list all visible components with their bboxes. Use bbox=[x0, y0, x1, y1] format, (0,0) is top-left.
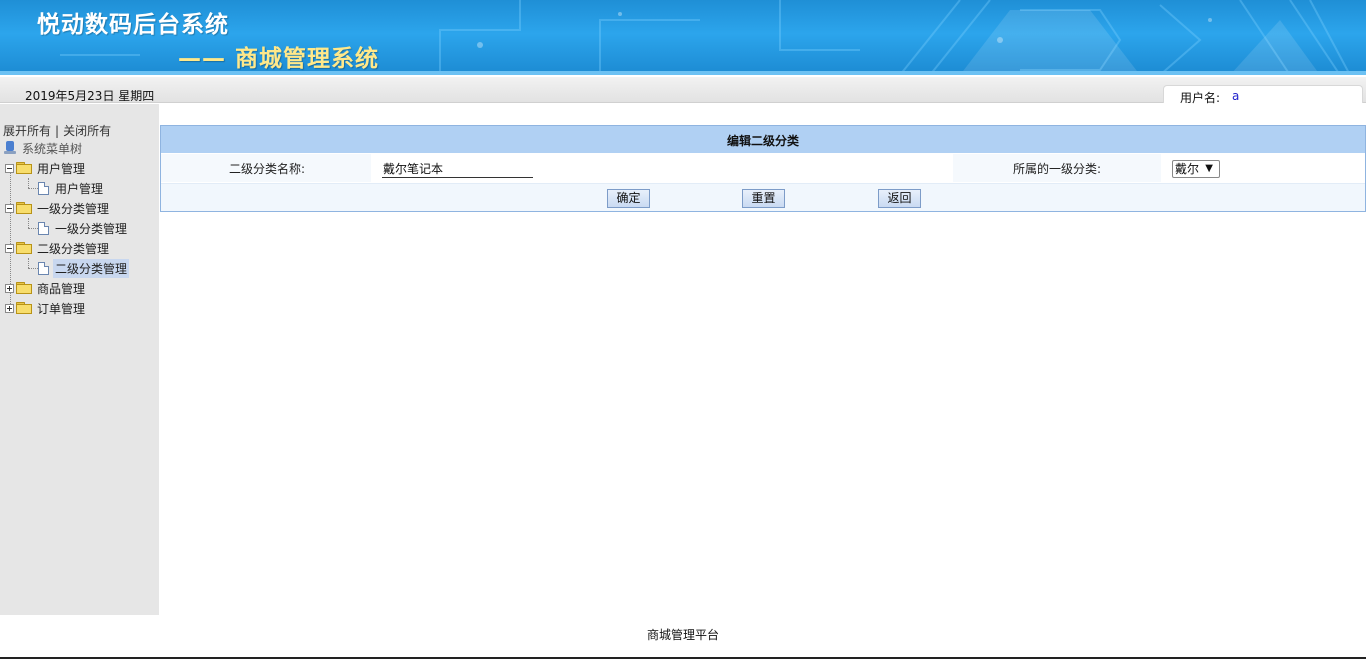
folder-open-icon bbox=[16, 242, 32, 254]
sidebar: 展开所有 | 关闭所有 系统菜单树 用户管理 用户管理 一级分类管理 一级分类管理 … bbox=[0, 104, 159, 615]
tree-group-users[interactable]: 用户管理 bbox=[5, 159, 87, 177]
folder-open-icon bbox=[16, 202, 32, 214]
header-banner: 悦动数码后台系统 —— 商城管理系统 bbox=[0, 0, 1366, 75]
tree-line bbox=[28, 218, 29, 228]
tree-group-label[interactable]: 商品管理 bbox=[35, 279, 87, 298]
form-heading: 编辑二级分类 bbox=[161, 126, 1365, 153]
footer-text: 商城管理平台 bbox=[646, 628, 719, 642]
tree-group-label[interactable]: 二级分类管理 bbox=[35, 239, 111, 258]
tree-root[interactable]: 系统菜单树 bbox=[4, 139, 84, 157]
expand-all-link[interactable]: 展开所有 bbox=[3, 124, 51, 138]
form-field-row: 二级分类名称: 所属的一级分类: 戴尔 ▼ bbox=[161, 154, 1365, 182]
parent-category-select[interactable]: 戴尔 ▼ bbox=[1172, 160, 1220, 178]
collapse-icon[interactable] bbox=[5, 163, 14, 173]
header-stripe bbox=[0, 71, 1366, 75]
tree-group-orders[interactable]: 订单管理 bbox=[5, 299, 87, 317]
tree-group-label[interactable]: 用户管理 bbox=[35, 159, 87, 178]
tree-item-users[interactable]: 用户管理 bbox=[38, 179, 105, 197]
tree-item-label-selected[interactable]: 二级分类管理 bbox=[53, 258, 130, 278]
expand-icon[interactable] bbox=[5, 283, 14, 293]
user-name: a bbox=[1232, 89, 1240, 103]
tree-line bbox=[28, 258, 29, 268]
tree-toggles: 展开所有 | 关闭所有 bbox=[3, 122, 111, 139]
tree-root-label: 系统菜单树 bbox=[22, 141, 83, 156]
current-date: 2019年5月23日 星期四 bbox=[25, 89, 155, 103]
form-button-row: 确定 重置 返回 bbox=[161, 183, 1365, 211]
tree-group-category2[interactable]: 二级分类管理 bbox=[5, 239, 111, 257]
collapse-icon[interactable] bbox=[5, 243, 14, 253]
computer-icon bbox=[4, 141, 16, 155]
tree-item-label[interactable]: 一级分类管理 bbox=[53, 219, 129, 238]
tree-line bbox=[28, 188, 38, 189]
folder-open-icon bbox=[16, 162, 32, 174]
user-label: 用户名: bbox=[1180, 91, 1221, 105]
tree-group-products[interactable]: 商品管理 bbox=[5, 279, 87, 297]
app-subtitle: —— 商城管理系统 bbox=[178, 46, 380, 72]
tree-item-label[interactable]: 用户管理 bbox=[53, 179, 105, 198]
reset-button[interactable]: 重置 bbox=[742, 189, 785, 208]
toggle-separator: | bbox=[55, 124, 60, 138]
folder-icon bbox=[16, 302, 32, 314]
expand-icon[interactable] bbox=[5, 303, 14, 313]
tree-line bbox=[28, 178, 29, 188]
tree-group-category1[interactable]: 一级分类管理 bbox=[5, 199, 111, 217]
parent-category-value: 戴尔 bbox=[1175, 162, 1200, 176]
page-icon bbox=[38, 221, 49, 235]
back-button[interactable]: 返回 bbox=[878, 189, 921, 208]
subcategory-name-input[interactable] bbox=[382, 160, 533, 178]
parent-category-label: 所属的一级分类: bbox=[1013, 162, 1102, 176]
user-info: 用户名: a bbox=[1163, 85, 1363, 105]
collapse-icon[interactable] bbox=[5, 203, 14, 213]
page-icon bbox=[38, 181, 49, 195]
edit-form: 编辑二级分类 二级分类名称: 所属的一级分类: 戴尔 ▼ 确定 重置 返回 bbox=[160, 125, 1366, 212]
tree-item-category1[interactable]: 一级分类管理 bbox=[38, 219, 129, 237]
folder-icon bbox=[16, 282, 32, 294]
app-title: 悦动数码后台系统 bbox=[37, 12, 229, 38]
confirm-button[interactable]: 确定 bbox=[607, 189, 650, 208]
tree-item-category2[interactable]: 二级分类管理 bbox=[38, 258, 130, 278]
dropdown-arrow-icon: ▼ bbox=[1205, 163, 1213, 174]
tree-group-label[interactable]: 订单管理 bbox=[35, 299, 87, 318]
tree-group-label[interactable]: 一级分类管理 bbox=[35, 199, 111, 218]
collapse-all-link[interactable]: 关闭所有 bbox=[63, 124, 111, 138]
tree-line bbox=[28, 268, 38, 269]
page-icon bbox=[38, 261, 49, 275]
tree-line bbox=[28, 228, 38, 229]
info-bar: 2019年5月23日 星期四 用户名: a bbox=[0, 77, 1366, 105]
name-label: 二级分类名称: bbox=[229, 162, 306, 176]
